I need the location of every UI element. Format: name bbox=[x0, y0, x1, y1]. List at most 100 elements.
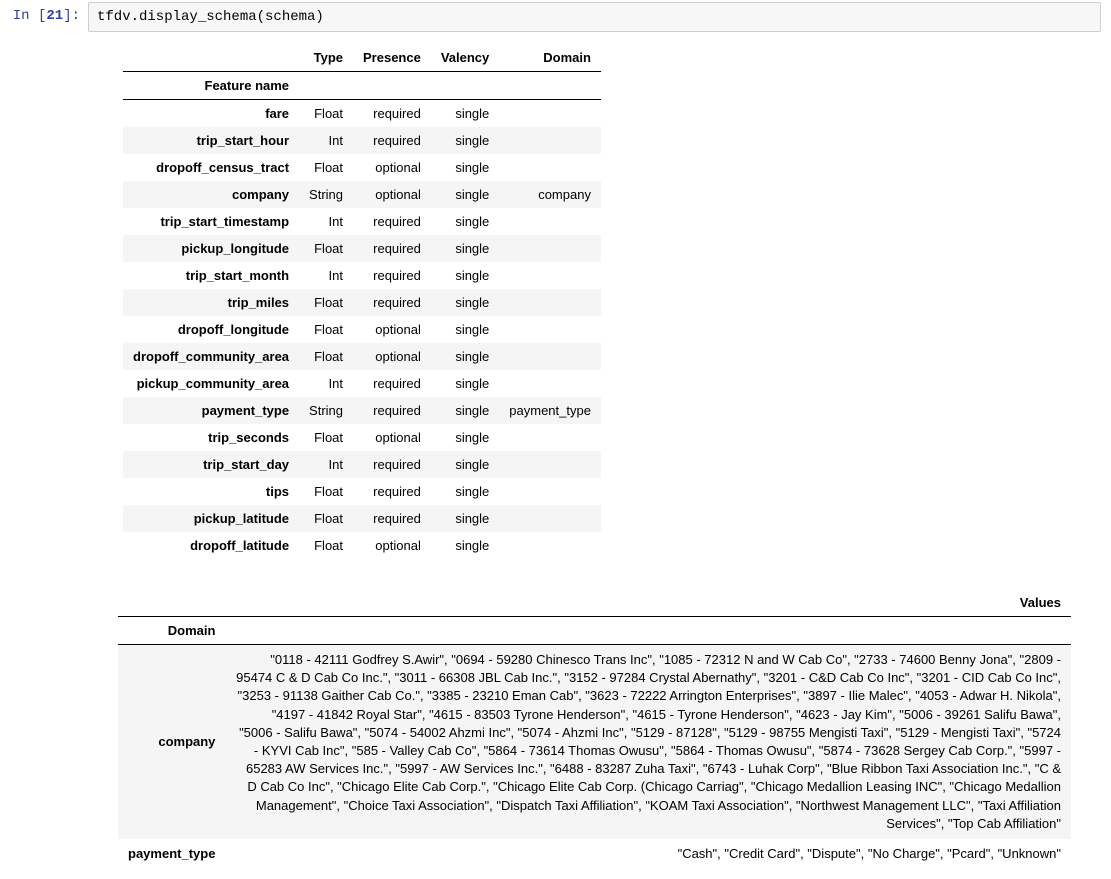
presence-header: Presence bbox=[353, 44, 431, 72]
presence-cell: required bbox=[353, 289, 431, 316]
presence-cell: required bbox=[353, 262, 431, 289]
valency-cell: single bbox=[431, 289, 499, 316]
type-cell: String bbox=[299, 397, 353, 424]
domain-cell bbox=[499, 343, 601, 370]
type-cell: Float bbox=[299, 235, 353, 262]
table-row: trip_milesFloatrequiredsingle bbox=[123, 289, 601, 316]
output-content: Type Presence Valency Domain Feature nam… bbox=[88, 44, 1101, 869]
domain-values: "Cash", "Credit Card", "Dispute", "No Ch… bbox=[225, 839, 1071, 869]
prompt-number: 21 bbox=[46, 8, 63, 24]
table-row: payment_type"Cash", "Credit Card", "Disp… bbox=[118, 839, 1071, 869]
feature-name: dropoff_community_area bbox=[123, 343, 299, 370]
presence-cell: required bbox=[353, 397, 431, 424]
valency-cell: single bbox=[431, 451, 499, 478]
domain-cell bbox=[499, 154, 601, 181]
type-cell: Float bbox=[299, 289, 353, 316]
domain-name: company bbox=[118, 645, 225, 839]
presence-cell: required bbox=[353, 127, 431, 154]
prompt-suffix: ]: bbox=[63, 8, 80, 24]
domain-cell bbox=[499, 208, 601, 235]
presence-cell: optional bbox=[353, 154, 431, 181]
table-row: dropoff_latitudeFloatoptionalsingle bbox=[123, 532, 601, 559]
domain-name: payment_type bbox=[118, 839, 225, 869]
domain-cell bbox=[499, 505, 601, 532]
valency-cell: single bbox=[431, 100, 499, 128]
feature-name: trip_miles bbox=[123, 289, 299, 316]
table-row: dropoff_census_tractFloatoptionalsingle bbox=[123, 154, 601, 181]
valency-cell: single bbox=[431, 316, 499, 343]
valency-cell: single bbox=[431, 370, 499, 397]
feature-name: pickup_community_area bbox=[123, 370, 299, 397]
feature-name: pickup_longitude bbox=[123, 235, 299, 262]
valency-cell: single bbox=[431, 424, 499, 451]
presence-cell: optional bbox=[353, 343, 431, 370]
values-header: Values bbox=[225, 589, 1071, 617]
presence-cell: optional bbox=[353, 532, 431, 559]
type-cell: Float bbox=[299, 343, 353, 370]
feature-name: pickup_latitude bbox=[123, 505, 299, 532]
table-row: tipsFloatrequiredsingle bbox=[123, 478, 601, 505]
type-cell: Int bbox=[299, 262, 353, 289]
feature-name: company bbox=[123, 181, 299, 208]
domain-cell bbox=[499, 532, 601, 559]
valency-header: Valency bbox=[431, 44, 499, 72]
table-row: trip_start_dayIntrequiredsingle bbox=[123, 451, 601, 478]
presence-cell: optional bbox=[353, 424, 431, 451]
table-row: pickup_longitudeFloatrequiredsingle bbox=[123, 235, 601, 262]
valency-cell: single bbox=[431, 154, 499, 181]
valency-cell: single bbox=[431, 478, 499, 505]
domains-table: Values Domain company"0118 - 42111 Godfr… bbox=[118, 589, 1071, 869]
output-area: Type Presence Valency Domain Feature nam… bbox=[0, 34, 1111, 879]
table-row: pickup_community_areaIntrequiredsingle bbox=[123, 370, 601, 397]
type-cell: Float bbox=[299, 154, 353, 181]
type-cell: Int bbox=[299, 370, 353, 397]
valency-cell: single bbox=[431, 127, 499, 154]
feature-name: trip_start_month bbox=[123, 262, 299, 289]
table-row: companyStringoptionalsinglecompany bbox=[123, 181, 601, 208]
table-row: payment_typeStringrequiredsinglepayment_… bbox=[123, 397, 601, 424]
domain-values: "0118 - 42111 Godfrey S.Awir", "0694 - 5… bbox=[225, 645, 1071, 839]
valency-cell: single bbox=[431, 343, 499, 370]
table-row: trip_secondsFloatoptionalsingle bbox=[123, 424, 601, 451]
domain-cell bbox=[499, 262, 601, 289]
type-cell: Float bbox=[299, 100, 353, 128]
feature-name: trip_seconds bbox=[123, 424, 299, 451]
feature-name: trip_start_day bbox=[123, 451, 299, 478]
valency-cell: single bbox=[431, 208, 499, 235]
valency-cell: single bbox=[431, 262, 499, 289]
domain-col-header: Domain bbox=[118, 617, 225, 645]
type-cell: Int bbox=[299, 208, 353, 235]
prompt-prefix: In [ bbox=[13, 8, 47, 24]
code-input[interactable]: tfdv.display_schema(schema) bbox=[88, 2, 1101, 32]
presence-cell: optional bbox=[353, 316, 431, 343]
domain-header: Domain bbox=[499, 44, 601, 72]
table-row: trip_start_hourIntrequiredsingle bbox=[123, 127, 601, 154]
feature-name: trip_start_timestamp bbox=[123, 208, 299, 235]
presence-cell: required bbox=[353, 505, 431, 532]
domain-cell bbox=[499, 127, 601, 154]
presence-cell: required bbox=[353, 370, 431, 397]
table-row: company"0118 - 42111 Godfrey S.Awir", "0… bbox=[118, 645, 1071, 839]
type-cell: Float bbox=[299, 505, 353, 532]
feature-name: dropoff_census_tract bbox=[123, 154, 299, 181]
feature-name: payment_type bbox=[123, 397, 299, 424]
type-header: Type bbox=[299, 44, 353, 72]
domain-cell bbox=[499, 316, 601, 343]
table-row: trip_start_timestampIntrequiredsingle bbox=[123, 208, 601, 235]
table-row: dropoff_community_areaFloatoptionalsingl… bbox=[123, 343, 601, 370]
feature-name-header: Feature name bbox=[123, 72, 299, 100]
valency-cell: single bbox=[431, 235, 499, 262]
type-cell: Float bbox=[299, 316, 353, 343]
domain-cell bbox=[499, 235, 601, 262]
feature-name: dropoff_latitude bbox=[123, 532, 299, 559]
input-prompt: In [21]: bbox=[10, 2, 88, 32]
type-cell: Float bbox=[299, 478, 353, 505]
presence-cell: required bbox=[353, 451, 431, 478]
domain-cell: payment_type bbox=[499, 397, 601, 424]
table-row: trip_start_monthIntrequiredsingle bbox=[123, 262, 601, 289]
presence-cell: required bbox=[353, 478, 431, 505]
schema-table: Type Presence Valency Domain Feature nam… bbox=[123, 44, 601, 559]
presence-cell: required bbox=[353, 100, 431, 128]
domain-cell bbox=[499, 289, 601, 316]
table-row: dropoff_longitudeFloatoptionalsingle bbox=[123, 316, 601, 343]
